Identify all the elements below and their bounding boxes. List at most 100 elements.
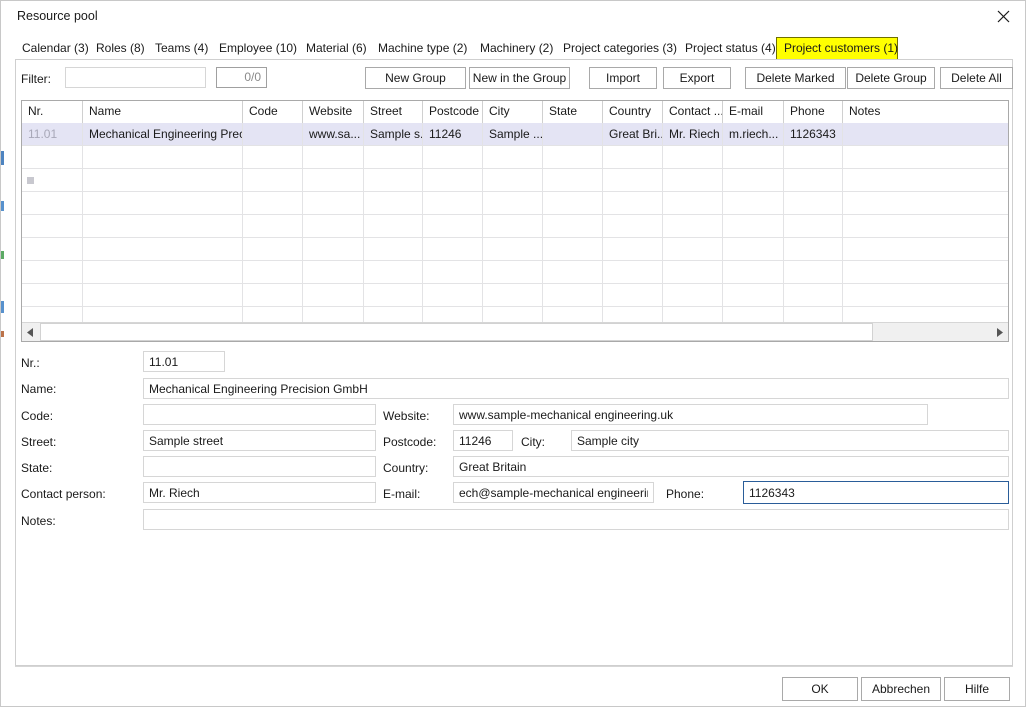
table-cell xyxy=(423,215,483,237)
table-cell xyxy=(543,123,603,145)
filter-label: Filter: xyxy=(21,72,51,86)
website-field[interactable] xyxy=(453,404,928,425)
tab-project-categories-3[interactable]: Project categories (3) xyxy=(556,37,677,59)
table-row[interactable] xyxy=(22,284,1008,307)
import-button[interactable]: Import xyxy=(589,67,657,89)
table-cell xyxy=(83,238,243,260)
notes-label: Notes: xyxy=(21,514,56,528)
table-cell xyxy=(663,284,723,306)
table-cell xyxy=(423,261,483,283)
table-cell: 11246 xyxy=(423,123,483,145)
table-cell xyxy=(843,123,1008,145)
cancel-button[interactable]: Abbrechen xyxy=(861,677,941,701)
table-cell xyxy=(83,146,243,168)
state-field[interactable] xyxy=(143,456,376,477)
table-cell xyxy=(243,238,303,260)
table-cell xyxy=(543,215,603,237)
export-button[interactable]: Export xyxy=(663,67,731,89)
help-button[interactable]: Hilfe xyxy=(944,677,1010,701)
new-group-button[interactable]: New Group xyxy=(365,67,466,89)
grid-column-header[interactable]: Phone xyxy=(784,101,843,123)
scrollbar-thumb[interactable] xyxy=(40,323,873,341)
table-cell: Sample ... xyxy=(483,123,543,145)
country-label: Country: xyxy=(383,461,429,475)
table-cell xyxy=(843,261,1008,283)
table-row[interactable] xyxy=(22,261,1008,284)
grid-column-header[interactable]: Notes xyxy=(843,101,1008,123)
phone-field[interactable] xyxy=(743,481,1009,504)
street-field[interactable] xyxy=(143,430,376,451)
grid-column-header[interactable]: Website xyxy=(303,101,364,123)
tab-machine-type-2[interactable]: Machine type (2) xyxy=(371,37,471,59)
grid-column-header[interactable]: Nr. xyxy=(22,101,83,123)
table-cell xyxy=(603,192,663,214)
tab-employee-10[interactable]: Employee (10) xyxy=(212,37,297,59)
grid-column-header[interactable]: Contact ... xyxy=(663,101,723,123)
table-cell xyxy=(843,192,1008,214)
table-cell xyxy=(723,238,784,260)
scroll-left-icon[interactable] xyxy=(22,323,39,341)
table-cell xyxy=(303,169,364,191)
table-cell xyxy=(483,169,543,191)
grid-column-header[interactable]: Country xyxy=(603,101,663,123)
tab-machinery-2[interactable]: Machinery (2) xyxy=(473,37,554,59)
table-cell xyxy=(22,284,83,306)
tab-calendar-3[interactable]: Calendar (3) xyxy=(15,37,89,59)
table-row[interactable] xyxy=(22,169,1008,192)
table-cell xyxy=(22,215,83,237)
email-field[interactable] xyxy=(453,482,654,503)
table-row[interactable]: 11.01 Mechanical Engineering Preci... www.… xyxy=(22,123,1008,146)
grid-horizontal-scrollbar[interactable] xyxy=(22,322,1008,341)
table-cell xyxy=(364,215,423,237)
name-field[interactable] xyxy=(143,378,1009,399)
code-field[interactable] xyxy=(143,404,376,425)
table-cell xyxy=(784,146,843,168)
table-cell xyxy=(663,169,723,191)
tab-material-6[interactable]: Material (6) xyxy=(299,37,369,59)
tab-project-customers-1[interactable]: Project customers (1) xyxy=(776,37,898,60)
grid-column-header[interactable]: E-mail xyxy=(723,101,784,123)
table-cell xyxy=(543,169,603,191)
table-row[interactable] xyxy=(22,215,1008,238)
close-icon[interactable] xyxy=(981,1,1025,31)
street-label: Street: xyxy=(21,435,57,449)
nr-field[interactable] xyxy=(143,351,225,372)
table-row[interactable] xyxy=(22,238,1008,261)
table-cell xyxy=(843,146,1008,168)
table-cell xyxy=(364,192,423,214)
grid-column-header[interactable]: City xyxy=(483,101,543,123)
tab-teams-4[interactable]: Teams (4) xyxy=(148,37,210,59)
grid-column-header[interactable]: Code xyxy=(243,101,303,123)
grid-column-header[interactable]: Street xyxy=(364,101,423,123)
delete-group-button[interactable]: Delete Group xyxy=(847,67,935,89)
table-row[interactable] xyxy=(22,146,1008,169)
table-cell xyxy=(603,284,663,306)
grid-column-header[interactable]: Name xyxy=(83,101,243,123)
city-field[interactable] xyxy=(571,430,1009,451)
table-cell xyxy=(723,146,784,168)
table-cell xyxy=(543,146,603,168)
contact-person-field[interactable] xyxy=(143,482,376,503)
title-bar: Resource pool xyxy=(1,1,1025,31)
ok-button[interactable]: OK xyxy=(782,677,858,701)
table-cell xyxy=(243,261,303,283)
table-cell xyxy=(723,261,784,283)
table-cell xyxy=(663,261,723,283)
new-in-the-group-button[interactable]: New in the Group xyxy=(469,67,570,89)
grid-column-header[interactable]: State xyxy=(543,101,603,123)
postcode-field[interactable] xyxy=(453,430,513,451)
phone-label: Phone: xyxy=(666,487,705,501)
filter-input[interactable] xyxy=(65,67,206,88)
delete-marked-button[interactable]: Delete Marked xyxy=(745,67,846,89)
delete-all-button[interactable]: Delete All xyxy=(940,67,1013,89)
tab-project-status-4[interactable]: Project status (4) xyxy=(678,37,776,59)
country-field[interactable] xyxy=(453,456,1009,477)
notes-field[interactable] xyxy=(143,509,1009,530)
scroll-right-icon[interactable] xyxy=(991,323,1008,341)
table-cell xyxy=(723,215,784,237)
table-row[interactable] xyxy=(22,192,1008,215)
tab-roles-8[interactable]: Roles (8) xyxy=(89,37,146,59)
grid-column-header[interactable]: Postcode xyxy=(423,101,483,123)
table-cell xyxy=(423,238,483,260)
table-cell xyxy=(423,146,483,168)
